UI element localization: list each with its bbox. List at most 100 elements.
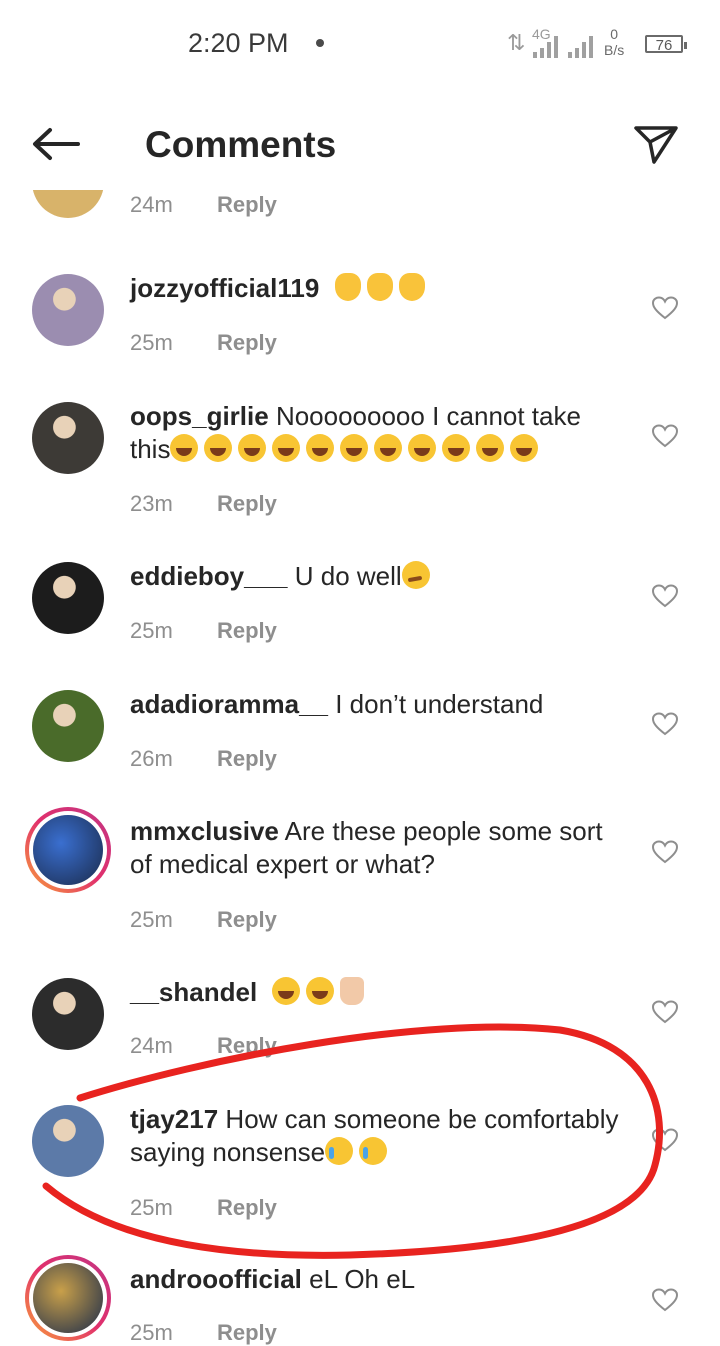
comment-meta: 25m Reply bbox=[130, 1320, 277, 1346]
heart-icon[interactable] bbox=[652, 712, 678, 736]
comment-time: 24m bbox=[130, 192, 173, 217]
clap-emoji-icon bbox=[398, 273, 425, 301]
comment-time: 25m bbox=[130, 330, 173, 355]
heart-icon[interactable] bbox=[652, 1288, 678, 1312]
net-speed: 0 B/s bbox=[604, 26, 624, 58]
comment-time: 25m bbox=[130, 1195, 173, 1220]
emoji-group bbox=[272, 977, 370, 1007]
clap-emoji-icon bbox=[334, 273, 361, 301]
comment-username[interactable]: oops_girlie bbox=[130, 401, 269, 431]
emoji-group bbox=[170, 434, 544, 464]
paper-plane-icon[interactable] bbox=[632, 122, 680, 166]
comment-time: 26m bbox=[130, 746, 173, 771]
avatar-story-ring bbox=[29, 1259, 107, 1337]
laugh-emoji-icon bbox=[170, 434, 199, 462]
avatar[interactable] bbox=[25, 807, 111, 893]
comment-meta: 23m Reply bbox=[130, 491, 277, 517]
heart-icon[interactable] bbox=[652, 424, 678, 448]
battery-icon: 76 bbox=[645, 35, 687, 54]
heart-icon[interactable] bbox=[652, 840, 678, 864]
avatar[interactable] bbox=[32, 402, 104, 474]
laugh-emoji-icon bbox=[476, 434, 505, 462]
heart-icon[interactable] bbox=[652, 1000, 678, 1024]
comment-text: mmxclusive Are these people some sort of… bbox=[130, 815, 620, 881]
reply-button[interactable]: Reply bbox=[217, 1195, 277, 1221]
laugh-emoji-icon bbox=[306, 434, 335, 462]
reply-button[interactable]: Reply bbox=[217, 746, 277, 772]
battery-level: 76 bbox=[655, 37, 673, 54]
clap-emoji-icon bbox=[366, 273, 393, 301]
comment-time: 25m bbox=[130, 618, 173, 643]
status-bar: 2:20 PM ⇅ 4G 0 B/s 76 bbox=[0, 0, 720, 90]
avatar[interactable] bbox=[32, 978, 104, 1050]
comment-text: androoofficial eL Oh eL bbox=[130, 1263, 620, 1296]
avatar[interactable] bbox=[25, 1255, 111, 1341]
laugh-emoji-icon bbox=[204, 434, 233, 462]
comment-time: 23m bbox=[130, 491, 173, 516]
avatar[interactable] bbox=[32, 690, 104, 762]
laugh-emoji-icon bbox=[238, 434, 267, 462]
comment-meta: 25m Reply bbox=[130, 907, 277, 933]
comment-time: 25m bbox=[130, 1320, 173, 1345]
emoji-group bbox=[334, 273, 431, 303]
comment-time: 25m bbox=[130, 907, 173, 932]
avatar-image bbox=[33, 1263, 103, 1333]
comment-text: adadioramma__ I don’t understand bbox=[130, 688, 620, 721]
reply-button[interactable]: Reply bbox=[217, 1033, 277, 1059]
comment-meta: 24m Reply bbox=[130, 192, 277, 218]
laugh-emoji-icon bbox=[340, 434, 369, 462]
avatar[interactable] bbox=[32, 274, 104, 346]
pray-emoji-icon bbox=[340, 977, 365, 1005]
laugh-emoji-icon bbox=[442, 434, 471, 462]
comment-body: I don’t understand bbox=[335, 689, 544, 719]
comment-meta: 24m Reply bbox=[130, 1033, 277, 1059]
dizzy-emoji-icon bbox=[401, 561, 430, 589]
cry-emoji-icon bbox=[359, 1137, 388, 1165]
signal-icon-2 bbox=[568, 28, 593, 58]
reply-button[interactable]: Reply bbox=[217, 618, 277, 644]
comment-username[interactable]: androoofficial bbox=[130, 1264, 302, 1294]
comment-meta: 25m Reply bbox=[130, 618, 277, 644]
reply-button[interactable]: Reply bbox=[217, 491, 277, 517]
comment-text: jozzyofficial119 bbox=[130, 272, 620, 305]
avatar-story-ring bbox=[29, 811, 107, 889]
notification-dot bbox=[316, 39, 324, 47]
reply-button[interactable]: Reply bbox=[217, 192, 277, 218]
reply-button[interactable]: Reply bbox=[217, 330, 277, 356]
comment-meta: 25m Reply bbox=[130, 330, 277, 356]
cry-emoji-icon bbox=[325, 1137, 354, 1165]
avatar[interactable] bbox=[32, 1105, 104, 1177]
emoji-group bbox=[401, 561, 436, 591]
data-arrows-icon: ⇅ bbox=[507, 30, 526, 55]
laugh-emoji-icon bbox=[272, 977, 301, 1005]
laugh-emoji-icon bbox=[306, 977, 335, 1005]
emoji-group bbox=[325, 1137, 393, 1167]
comment-username[interactable]: mmxclusive bbox=[130, 816, 279, 846]
net-speed-value: 0 bbox=[610, 26, 619, 42]
reply-button[interactable]: Reply bbox=[217, 907, 277, 933]
comment-username[interactable]: jozzyofficial119 bbox=[130, 273, 319, 303]
reply-button[interactable]: Reply bbox=[217, 1320, 277, 1346]
laugh-emoji-icon bbox=[374, 434, 403, 462]
signal-icon bbox=[533, 28, 558, 58]
comment-username[interactable]: __shandel bbox=[130, 977, 257, 1007]
avatar[interactable] bbox=[32, 562, 104, 634]
comment-text: oops_girlie Nooooooooo I cannot take thi… bbox=[130, 400, 620, 466]
comment-text: __shandel bbox=[130, 976, 620, 1009]
comment-body: eL Oh eL bbox=[309, 1264, 416, 1294]
comment-text: tjay217 How can someone be comfortably s… bbox=[130, 1103, 620, 1169]
heart-icon[interactable] bbox=[652, 1128, 678, 1152]
comment-body: U do well bbox=[294, 561, 402, 591]
comment-time: 24m bbox=[130, 1033, 173, 1058]
heart-icon[interactable] bbox=[652, 296, 678, 320]
comment-username[interactable]: tjay217 bbox=[130, 1104, 218, 1134]
laugh-emoji-icon bbox=[510, 434, 539, 462]
comment-text: eddieboy___ U do well bbox=[130, 560, 620, 593]
comment-username[interactable]: adadioramma__ bbox=[130, 689, 328, 719]
comments-list[interactable]: 24m Reply jozzyofficial119 25m Reply oops_… bbox=[0, 0, 720, 1345]
laugh-emoji-icon bbox=[272, 434, 301, 462]
comment-meta: 26m Reply bbox=[130, 746, 277, 772]
comment-username[interactable]: eddieboy___ bbox=[130, 561, 288, 591]
arrow-left-icon[interactable] bbox=[30, 124, 82, 164]
heart-icon[interactable] bbox=[652, 584, 678, 608]
